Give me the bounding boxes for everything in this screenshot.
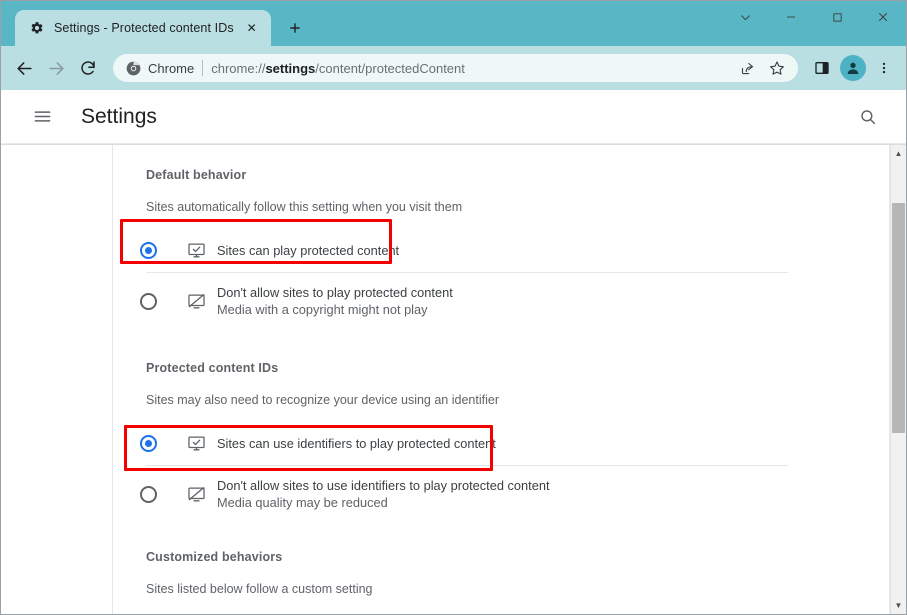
monitor-off-icon [186,291,206,311]
new-tab-button[interactable] [281,14,309,42]
chrome-logo-icon [125,60,141,76]
omnibox-separator [202,60,203,76]
share-icon[interactable] [736,57,758,79]
chrome-badge-label: Chrome [148,61,194,76]
settings-body: Default behavior Sites automatically fol… [1,144,906,614]
option-label: Sites can use identifiers to play protec… [217,435,496,452]
monitor-off-icon [186,484,206,504]
radio-button[interactable] [140,486,157,503]
url-text: chrome://settings/content/protectedConte… [211,61,728,76]
option-text: Sites can use identifiers to play protec… [217,435,496,452]
section-heading-customized-behaviors: Customized behaviors [146,550,889,564]
section-subtext-default-behavior: Sites automatically follow this setting … [146,200,889,214]
section-subtext-protected-content-ids: Sites may also need to recognize your de… [146,393,889,407]
chrome-page-badge: Chrome [125,60,194,76]
close-window-button[interactable] [860,1,906,33]
settings-sidebar [1,145,113,614]
url-suffix: /content/protectedContent [315,61,465,76]
settings-content: Default behavior Sites automatically fol… [113,145,890,614]
tab-search-button[interactable] [722,1,768,33]
url-prefix: chrome:// [211,61,265,76]
address-bar[interactable]: Chrome chrome://settings/content/protect… [113,54,798,82]
settings-header: Settings [1,90,906,144]
three-dot-menu-icon[interactable] [870,54,898,82]
gear-icon [29,20,45,36]
protected-content-ids-section: Protected content IDs Sites may also nee… [134,329,889,522]
tab-strip: Settings - Protected content IDs ✕ [1,1,906,46]
close-tab-icon[interactable]: ✕ [243,19,261,37]
option-label: Sites can play protected content [217,242,399,259]
customized-behaviors-section: Customized behaviors Sites listed below … [134,522,889,596]
section-subtext-customized-behaviors: Sites listed below follow a custom setti… [146,582,889,596]
window-controls [722,1,906,33]
back-button[interactable] [9,53,39,83]
vertical-scrollbar[interactable]: ▲ ▼ [890,145,906,614]
section-heading-protected-content-ids: Protected content IDs [146,361,889,375]
maximize-button[interactable] [814,1,860,33]
scrollbar-thumb[interactable] [892,203,905,433]
radio-option-sites-can-play[interactable]: Sites can play protected content [134,228,889,272]
option-label: Don't allow sites to play protected cont… [217,284,453,301]
option-text: Don't allow sites to play protected cont… [217,284,453,318]
monitor-check-icon [186,433,206,453]
hamburger-menu-icon[interactable] [27,102,57,132]
search-icon[interactable] [852,101,884,133]
minimize-button[interactable] [768,1,814,33]
section-heading-default-behavior: Default behavior [146,168,889,182]
radio-option-dont-allow-identifiers[interactable]: Don't allow sites to use identifiers to … [134,466,889,522]
scroll-up-arrow-icon[interactable]: ▲ [891,145,906,162]
option-text: Sites can play protected content [217,242,399,259]
option-description: Media with a copyright might not play [217,301,453,318]
reload-button[interactable] [73,53,103,83]
scroll-down-arrow-icon[interactable]: ▼ [891,597,906,614]
star-icon[interactable] [766,57,788,79]
radio-option-dont-allow-play[interactable]: Don't allow sites to play protected cont… [134,273,889,329]
browser-window: Settings - Protected content IDs ✕ [0,0,907,615]
radio-button[interactable] [140,242,157,259]
page-title: Settings [81,105,852,129]
radio-option-sites-can-use-identifiers[interactable]: Sites can use identifiers to play protec… [134,421,889,465]
side-panel-icon[interactable] [808,54,836,82]
default-behavior-section: Default behavior Sites automatically fol… [134,145,889,329]
browser-tab-settings[interactable]: Settings - Protected content IDs ✕ [15,10,271,46]
tab-title: Settings - Protected content IDs [54,21,234,35]
option-description: Media quality may be reduced [217,494,550,511]
radio-button[interactable] [140,435,157,452]
browser-toolbar: Chrome chrome://settings/content/protect… [1,46,906,90]
radio-button[interactable] [140,293,157,310]
option-text: Don't allow sites to use identifiers to … [217,477,550,511]
forward-button[interactable] [41,53,71,83]
option-label: Don't allow sites to use identifiers to … [217,477,550,494]
profile-avatar-icon[interactable] [840,55,866,81]
url-bold-segment: settings [265,61,315,76]
monitor-check-icon [186,240,206,260]
